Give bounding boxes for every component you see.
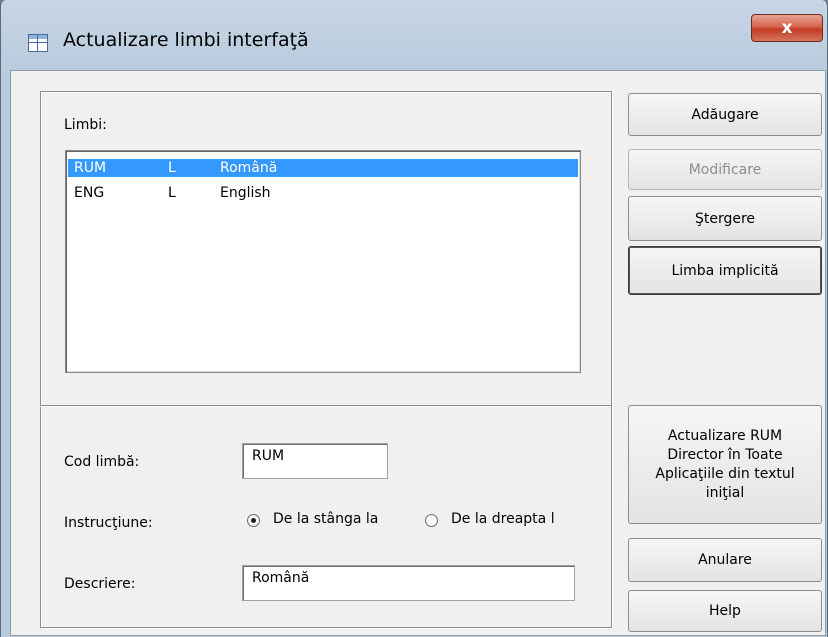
language-code: ENG <box>74 185 105 201</box>
list-item[interactable]: ENG L English <box>68 184 578 202</box>
instruction-label: Instrucţiune: <box>64 515 153 531</box>
update-button-line: Director în Toate <box>667 446 783 463</box>
description-input[interactable]: Română <box>242 565 575 601</box>
window-title: Actualizare limbi interfaţă <box>63 29 309 51</box>
language-direction: L <box>168 185 176 201</box>
languages-label: Limbi: <box>64 117 107 133</box>
add-button[interactable]: Adăugare <box>628 93 822 136</box>
modify-button[interactable]: Modificare <box>628 149 822 190</box>
language-code: RUM <box>74 160 107 176</box>
cancel-button[interactable]: Anulare <box>628 538 822 582</box>
close-button[interactable]: x <box>751 14 823 42</box>
languages-listbox[interactable]: RUM L Română ENG L English <box>65 150 581 373</box>
update-button-line: Actualizare RUM <box>667 427 783 444</box>
delete-button[interactable]: Ştergere <box>628 196 822 241</box>
description-label: Descriere: <box>64 576 136 592</box>
update-button-line: iniţial <box>705 484 745 501</box>
dialog-window: Actualizare limbi interfaţă x Limbi: RUM… <box>0 0 828 637</box>
code-input[interactable]: RUM <box>242 443 388 479</box>
radio-selected-dot <box>251 518 256 523</box>
language-name: English <box>220 185 271 201</box>
rtl-radio[interactable] <box>425 514 438 527</box>
default-language-button[interactable]: Limba implicită <box>628 246 822 295</box>
update-button-line: Aplicaţiile din textul <box>655 465 795 482</box>
app-table-icon <box>28 34 48 52</box>
code-label: Cod limbă: <box>64 454 140 470</box>
update-directory-button[interactable]: Actualizare RUM Director în Toate Aplica… <box>628 405 822 524</box>
group-divider <box>40 405 611 407</box>
list-item[interactable]: RUM L Română <box>68 159 578 177</box>
ltr-radio-label[interactable]: De la stânga la <box>273 511 378 527</box>
help-button[interactable]: Help <box>628 590 822 632</box>
ltr-radio[interactable] <box>247 514 260 527</box>
language-direction: L <box>168 160 176 176</box>
rtl-radio-label[interactable]: De la dreapta l <box>451 511 555 527</box>
language-name: Română <box>220 160 278 176</box>
